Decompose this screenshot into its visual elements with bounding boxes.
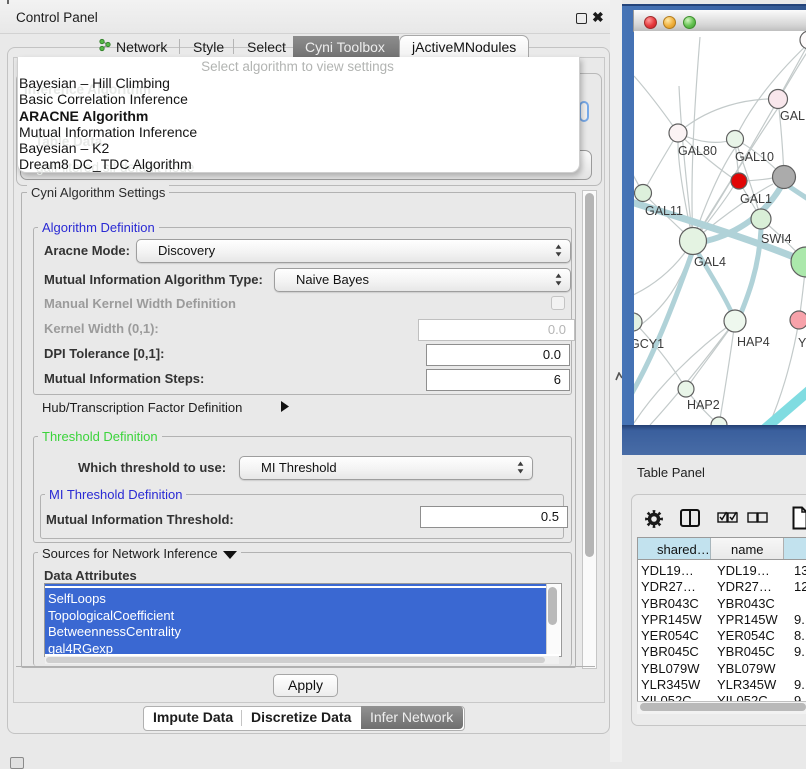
svg-text:GAL: GAL [780, 109, 805, 123]
svg-text:GAL11: GAL11 [645, 204, 683, 218]
svg-text:GAL1: GAL1 [740, 192, 772, 206]
svg-text:GAL4: GAL4 [694, 255, 726, 269]
svg-text:GAL80: GAL80 [678, 144, 717, 158]
svg-text:HAP4: HAP4 [737, 335, 770, 349]
svg-text:Y: Y [798, 336, 806, 350]
svg-text:HAP2: HAP2 [687, 398, 720, 412]
svg-text:SWI4: SWI4 [761, 232, 792, 246]
svg-text:GCY1: GCY1 [634, 337, 664, 351]
svg-text:GAL10: GAL10 [735, 150, 774, 164]
